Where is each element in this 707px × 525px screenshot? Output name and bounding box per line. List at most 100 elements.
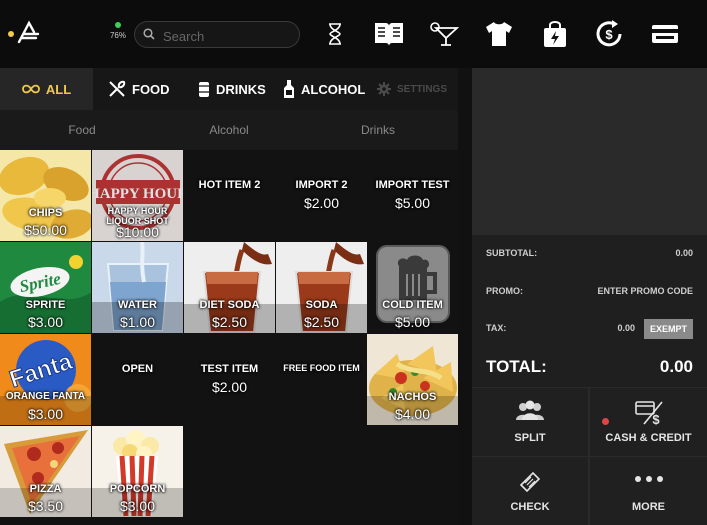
cash-credit-button[interactable]: $ CASH & CREDIT bbox=[590, 388, 707, 456]
item-tile-water[interactable]: WATER $1.00 bbox=[92, 242, 183, 333]
status-dot bbox=[8, 31, 14, 37]
item-tile-soda[interactable]: SODA $2.50 bbox=[276, 242, 367, 333]
svg-text:$: $ bbox=[605, 27, 613, 42]
svg-text:$: $ bbox=[652, 412, 660, 426]
subtotal-label: SUBTOTAL: bbox=[486, 248, 538, 258]
item-name: IMPORT 2 bbox=[295, 179, 348, 191]
item-tile-import-2[interactable]: IMPORT 2 $2.00 bbox=[276, 150, 367, 241]
item-name: PIZZA bbox=[29, 483, 62, 495]
item-name: OPEN bbox=[121, 363, 154, 375]
item-name: IMPORT TEST bbox=[375, 179, 450, 191]
cash-credit-icon: $ bbox=[634, 401, 663, 426]
tab-food[interactable]: FOOD bbox=[108, 68, 170, 110]
item-name: FREE FOOD ITEM bbox=[283, 363, 360, 373]
credit-card-icon[interactable] bbox=[647, 16, 683, 52]
tab-all[interactable]: ALL bbox=[0, 68, 93, 110]
item-name: COLD ITEM bbox=[382, 299, 443, 311]
tax-value: 0.00 bbox=[617, 323, 635, 333]
item-price: $3.00 bbox=[119, 498, 156, 514]
tab-settings-label: SETTINGS bbox=[397, 83, 448, 95]
promo-label: PROMO: bbox=[486, 286, 523, 296]
battery-dot bbox=[115, 22, 121, 28]
item-tile-happy-hour-liquor-shot[interactable]: HAPPY HOUR HAPPY HOUR LIQUOR SHOT $10.00 bbox=[92, 150, 183, 241]
tab-food-label: FOOD bbox=[132, 81, 170, 97]
item-tile-pizza[interactable]: PIZZA $3.50 bbox=[0, 426, 91, 517]
cocktail-icon[interactable] bbox=[425, 16, 461, 52]
promo-row: PROMO: ENTER PROMO CODE bbox=[486, 282, 693, 302]
item-name: SPRITE bbox=[25, 299, 66, 311]
item-tile-diet-soda[interactable]: DIET SODA $2.50 bbox=[184, 242, 275, 333]
total-row: TOTAL: 0.00 bbox=[486, 357, 693, 381]
tab-alcohol-label: ALCOHOL bbox=[301, 81, 366, 97]
item-price: $2.00 bbox=[211, 379, 248, 395]
tshirt-icon[interactable] bbox=[481, 16, 517, 52]
item-tile-orange-fanta[interactable]: Fanta ORANGE FANTA $3.00 bbox=[0, 334, 91, 425]
subtab-food[interactable]: Food bbox=[6, 110, 158, 150]
tab-drinks[interactable]: DRINKS bbox=[198, 68, 266, 110]
item-price: $2.50 bbox=[211, 314, 248, 330]
item-name: SODA bbox=[305, 299, 338, 311]
item-name: HOT ITEM 2 bbox=[198, 179, 261, 191]
check-button[interactable]: CHECK bbox=[472, 457, 588, 525]
subtab-alcohol[interactable]: Alcohol bbox=[153, 110, 305, 150]
refresh-money-icon[interactable]: $ bbox=[591, 16, 627, 52]
item-price: $3.50 bbox=[27, 498, 64, 514]
item-price: $2.00 bbox=[303, 195, 340, 211]
tax-exempt-button[interactable]: EXEMPT bbox=[643, 319, 693, 339]
app-logo[interactable] bbox=[16, 20, 42, 51]
more-button[interactable]: MORE bbox=[590, 457, 707, 525]
item-tile-hot-item-2[interactable]: HOT ITEM 2 bbox=[184, 150, 275, 241]
search-input[interactable] bbox=[161, 26, 295, 46]
tab-alcohol[interactable]: ALCOHOL bbox=[283, 68, 365, 110]
item-name: POPCORN bbox=[109, 483, 166, 495]
item-name: NACHOS bbox=[388, 391, 437, 403]
battery-percent: 76% bbox=[109, 31, 126, 40]
item-name: HAPPY HOUR LIQUOR SHOT bbox=[106, 206, 169, 226]
split-label: SPLIT bbox=[514, 432, 546, 444]
dots-icon bbox=[634, 476, 663, 482]
gear-icon bbox=[377, 82, 391, 96]
promo-code-input[interactable]: ENTER PROMO CODE bbox=[597, 286, 693, 296]
item-grid: CHIPS $50.00 HAPPY HOUR HAPPY HOUR LIQUO… bbox=[0, 150, 458, 517]
menu-book-icon[interactable] bbox=[371, 16, 407, 52]
item-name: DIET SODA bbox=[199, 299, 260, 311]
shopping-bag-icon[interactable] bbox=[537, 16, 573, 52]
item-tile-nachos[interactable]: NACHOS $4.00 bbox=[367, 334, 458, 425]
item-tile-popcorn[interactable]: POPCORN $3.00 bbox=[92, 426, 183, 517]
battery-indicator: 76% bbox=[106, 22, 130, 40]
item-tile-open[interactable]: OPEN bbox=[92, 334, 183, 425]
tax-row: TAX: 0.00 EXEMPT bbox=[486, 319, 693, 339]
item-tile-cold-item[interactable]: COLD ITEM $5.00 bbox=[367, 242, 458, 333]
category-tabs: ALL FOOD DRINKS ALCOHOL SETTINGS bbox=[0, 68, 458, 110]
item-tile-chips[interactable]: CHIPS $50.00 bbox=[0, 150, 91, 241]
can-icon bbox=[199, 82, 209, 97]
item-price: $5.00 bbox=[394, 195, 431, 211]
item-price: $50.00 bbox=[24, 222, 67, 238]
item-price: $4.00 bbox=[394, 406, 431, 422]
search-box[interactable] bbox=[134, 21, 300, 48]
more-label: MORE bbox=[632, 501, 665, 513]
item-price: $3.00 bbox=[27, 406, 64, 422]
item-tile-test-item[interactable]: TEST ITEM $2.00 bbox=[184, 334, 275, 425]
item-price: $1.00 bbox=[119, 314, 156, 330]
hourglass-icon[interactable] bbox=[317, 16, 353, 52]
subcategory-tabs: Food Alcohol Drinks bbox=[0, 110, 458, 150]
tab-all-label: ALL bbox=[45, 81, 72, 97]
subtab-drinks[interactable]: Drinks bbox=[302, 110, 454, 150]
tax-label: TAX: bbox=[486, 323, 507, 333]
split-button[interactable]: SPLIT bbox=[472, 388, 588, 456]
tab-drinks-label: DRINKS bbox=[216, 81, 266, 97]
tab-settings[interactable]: SETTINGS bbox=[377, 68, 447, 110]
subtotal-value: 0.00 bbox=[675, 248, 693, 258]
ticket-icon bbox=[519, 471, 541, 493]
total-label: TOTAL: bbox=[486, 357, 547, 376]
item-name: ORANGE FANTA bbox=[5, 391, 86, 402]
top-bar: 76% $ bbox=[0, 0, 707, 68]
search-icon bbox=[143, 28, 155, 40]
item-tile-sprite[interactable]: Sprite SPRITE $3.00 bbox=[0, 242, 91, 333]
item-price: $2.50 bbox=[303, 314, 340, 330]
item-name: TEST ITEM bbox=[200, 363, 259, 375]
people-icon bbox=[516, 400, 544, 420]
item-tile-import-test[interactable]: IMPORT TEST $5.00 bbox=[367, 150, 458, 241]
item-tile-free-food-item[interactable]: FREE FOOD ITEM bbox=[276, 334, 367, 425]
